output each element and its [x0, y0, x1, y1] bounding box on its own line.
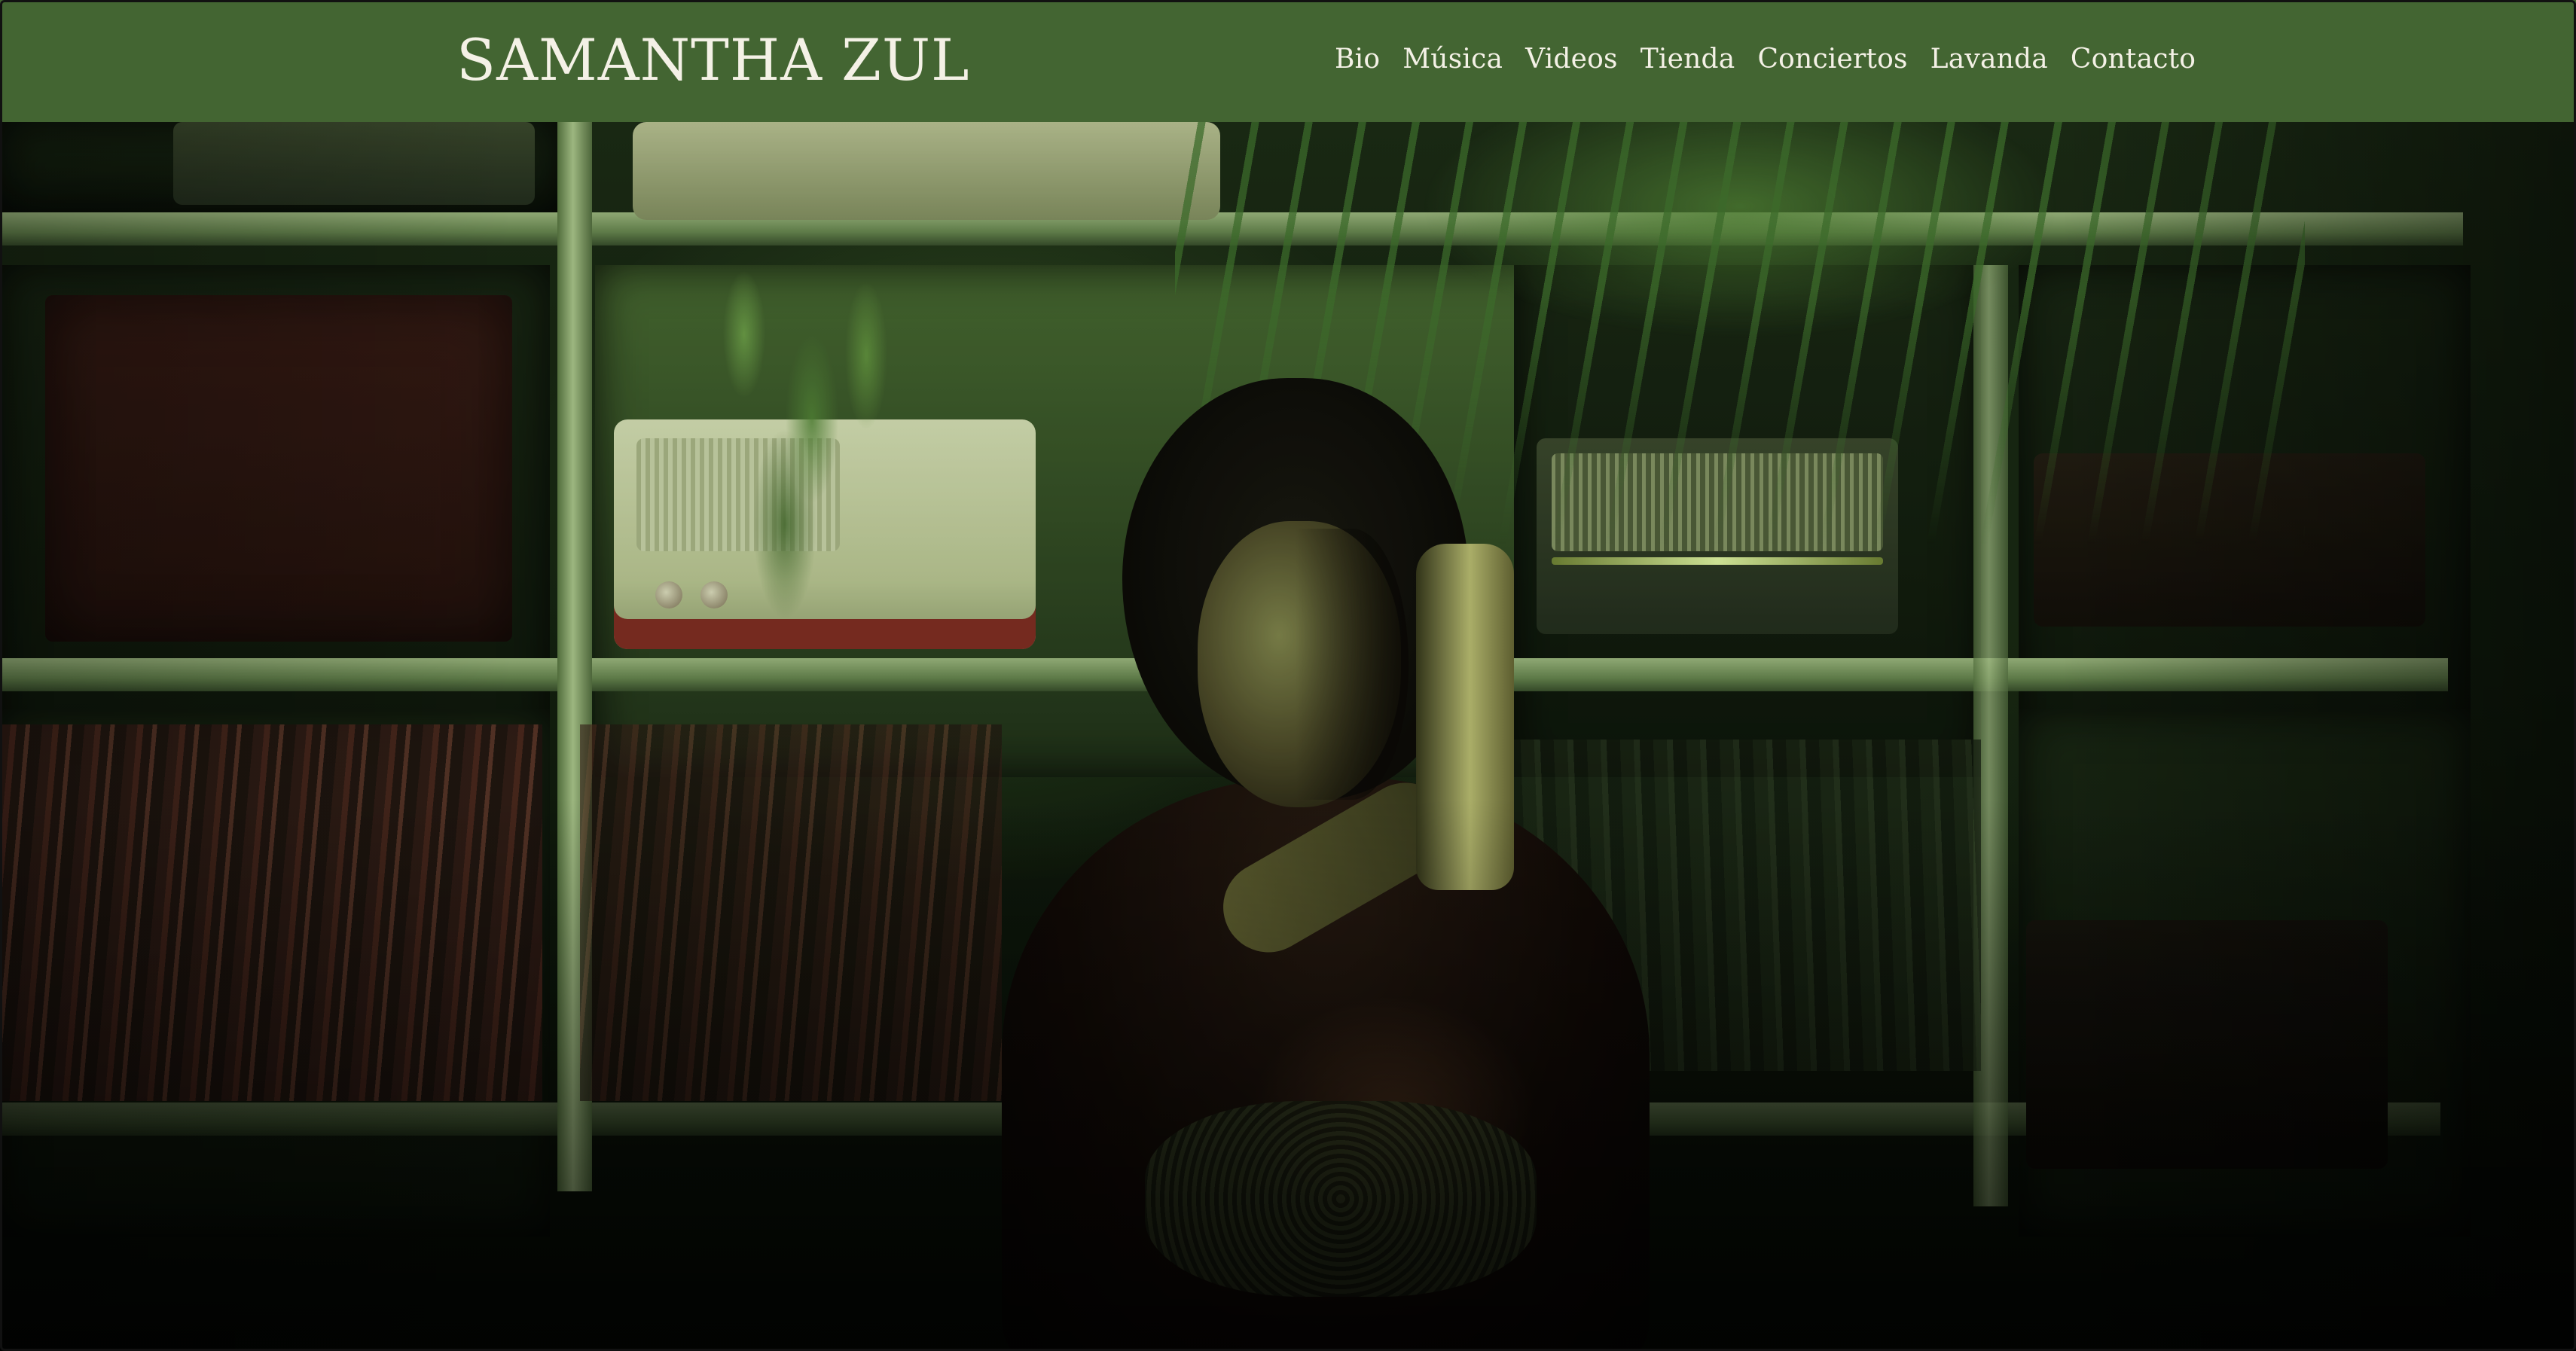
nav-link-contacto[interactable]: Contacto	[2071, 44, 2196, 75]
main-nav: Bio Música Videos Tienda Conciertos Lava…	[1335, 35, 2196, 83]
hero-vignette	[0, 122, 2576, 1351]
nav-link-lavanda[interactable]: Lavanda	[1930, 44, 2048, 75]
site-logo[interactable]: SAMANTHA ZUL	[456, 23, 970, 98]
nav-link-bio[interactable]: Bio	[1335, 44, 1380, 75]
nav-link-musica[interactable]: Música	[1402, 44, 1503, 75]
site-header: SAMANTHA ZUL Bio Música Videos Tienda Co…	[0, 0, 2576, 122]
nav-link-videos[interactable]: Videos	[1525, 44, 1618, 75]
nav-link-tienda[interactable]: Tienda	[1641, 44, 1735, 75]
nav-link-conciertos[interactable]: Conciertos	[1757, 44, 1907, 75]
hero-image	[0, 122, 2576, 1351]
